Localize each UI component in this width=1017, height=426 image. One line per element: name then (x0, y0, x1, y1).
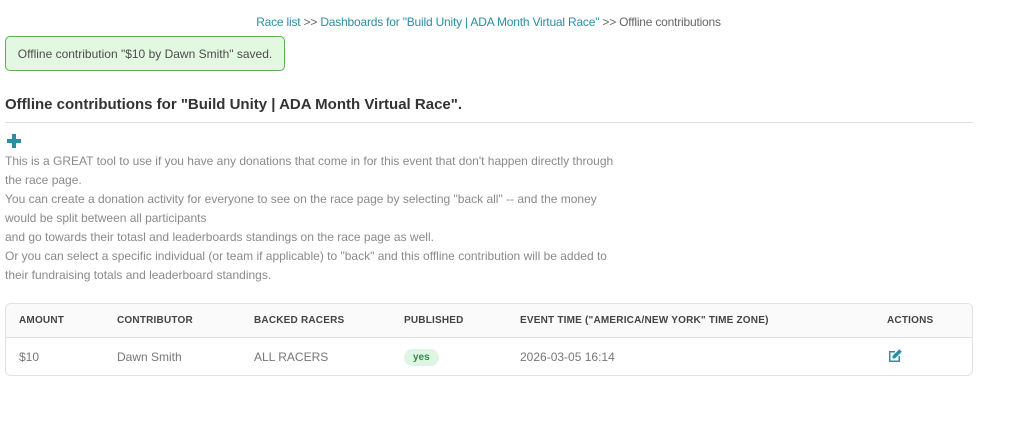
cell-backed-racers: ALL RACERS (254, 350, 329, 364)
description-line: and go towards their totasl and leaderbo… (5, 230, 434, 244)
plus-icon[interactable] (7, 134, 21, 150)
cell-event-time: 2026-03-05 16:14 (520, 350, 615, 364)
header-actions: ACTIONS (887, 304, 972, 338)
breadcrumb-separator: >> (303, 15, 318, 29)
header-backed-racers: BACKED RACERS (254, 304, 404, 338)
cell-actions (887, 338, 972, 376)
header-event-time: EVENT TIME ("AMERICA/NEW YORK" TIME ZONE… (520, 304, 887, 338)
table-row: $10 Dawn Smith ALL RACERS yes 2026-03-05… (6, 338, 972, 376)
header-amount: AMOUNT (6, 304, 117, 338)
breadcrumb-separator: >> (602, 15, 617, 29)
breadcrumb-race-list-link[interactable]: Race list (256, 15, 300, 29)
header-published: PUBLISHED (404, 304, 520, 338)
title-divider (5, 122, 973, 123)
edit-icon[interactable] (887, 348, 903, 364)
description-line: You can create a donation activity for e… (5, 192, 597, 225)
cell-amount: $10 (19, 350, 40, 364)
success-alert: Offline contribution "$10 by Dawn Smith"… (5, 36, 285, 71)
breadcrumb-dashboards-link[interactable]: Dashboards for "Build Unity | ADA Month … (320, 15, 599, 29)
table-header-row: AMOUNT CONTRIBUTOR BACKED RACERS PUBLISH… (6, 304, 972, 338)
description-line: This is a GREAT tool to use if you have … (5, 154, 614, 187)
plus-icon-glyph (7, 134, 21, 148)
contributions-table: AMOUNT CONTRIBUTOR BACKED RACERS PUBLISH… (5, 303, 973, 376)
description-line: Or you can select a specific individual … (5, 249, 607, 282)
description: This is a GREAT tool to use if you have … (5, 152, 630, 285)
published-badge: yes (404, 348, 439, 366)
page-title: Offline contributions for "Build Unity |… (5, 96, 463, 113)
breadcrumb-current: Offline contributions (619, 15, 721, 29)
cell-contributor: Dawn Smith (117, 350, 182, 364)
breadcrumb: Race list >> Dashboards for "Build Unity… (0, 15, 977, 29)
cell-published: yes (404, 338, 520, 376)
header-contributor: CONTRIBUTOR (117, 304, 254, 338)
